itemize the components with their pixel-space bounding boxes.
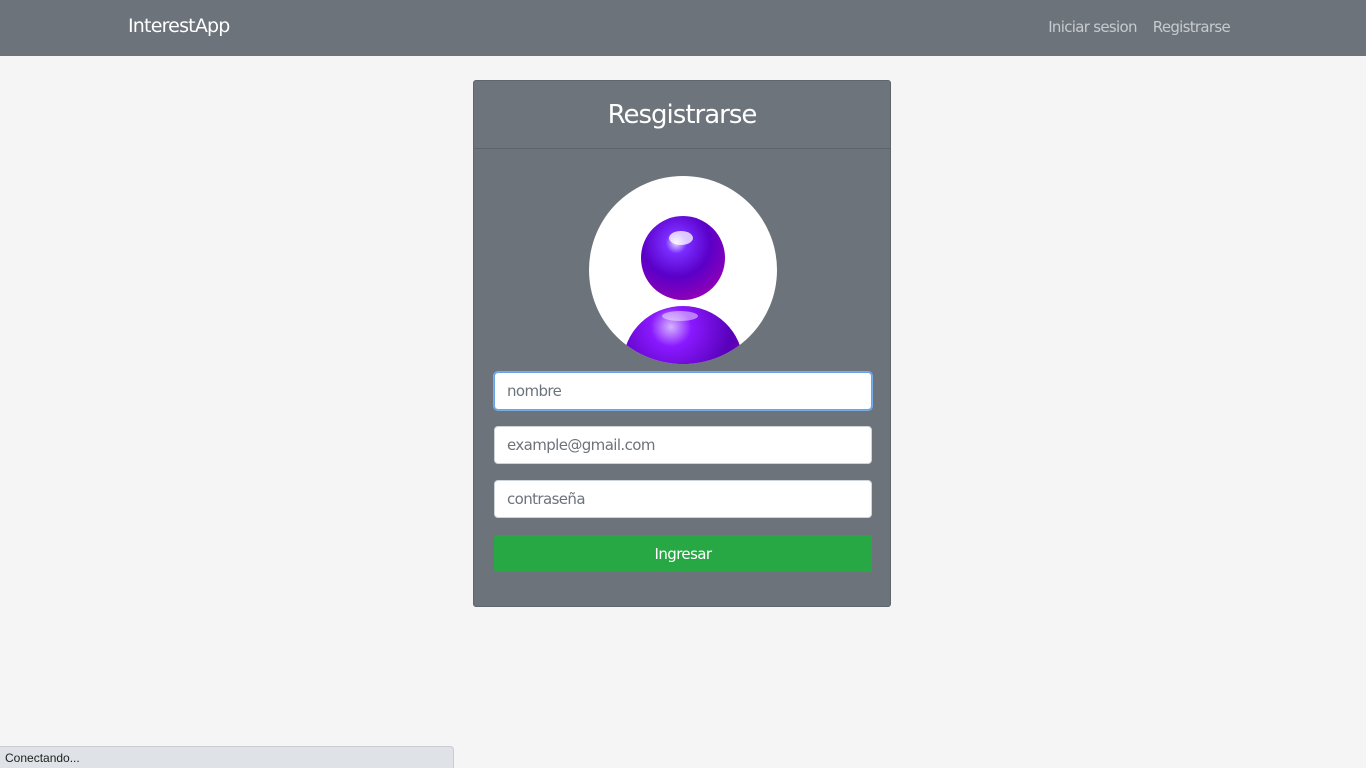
brand-link[interactable]: InterestApp — [128, 15, 230, 37]
status-text: Conectando... — [5, 751, 80, 765]
register-card: Resgistrarse nombre example@gmail.com In… — [473, 80, 891, 607]
navbar: InterestApp Iniciar sesion Registrarse — [0, 0, 1366, 56]
card-header: Resgistrarse — [474, 81, 890, 149]
nav-link-login[interactable]: Iniciar sesion — [1048, 18, 1137, 36]
name-field[interactable] — [494, 372, 872, 410]
email-field[interactable] — [494, 426, 872, 464]
nav-link-register[interactable]: Registrarse — [1153, 18, 1231, 36]
password-field[interactable] — [494, 480, 872, 518]
user-avatar-icon — [589, 176, 777, 364]
nav-links: Iniciar sesion Registrarse — [1048, 18, 1230, 36]
page-title: Resgistrarse — [607, 99, 758, 130]
submit-button[interactable]: Ingresar — [494, 535, 872, 572]
status-bar: Conectando... — [0, 746, 454, 768]
